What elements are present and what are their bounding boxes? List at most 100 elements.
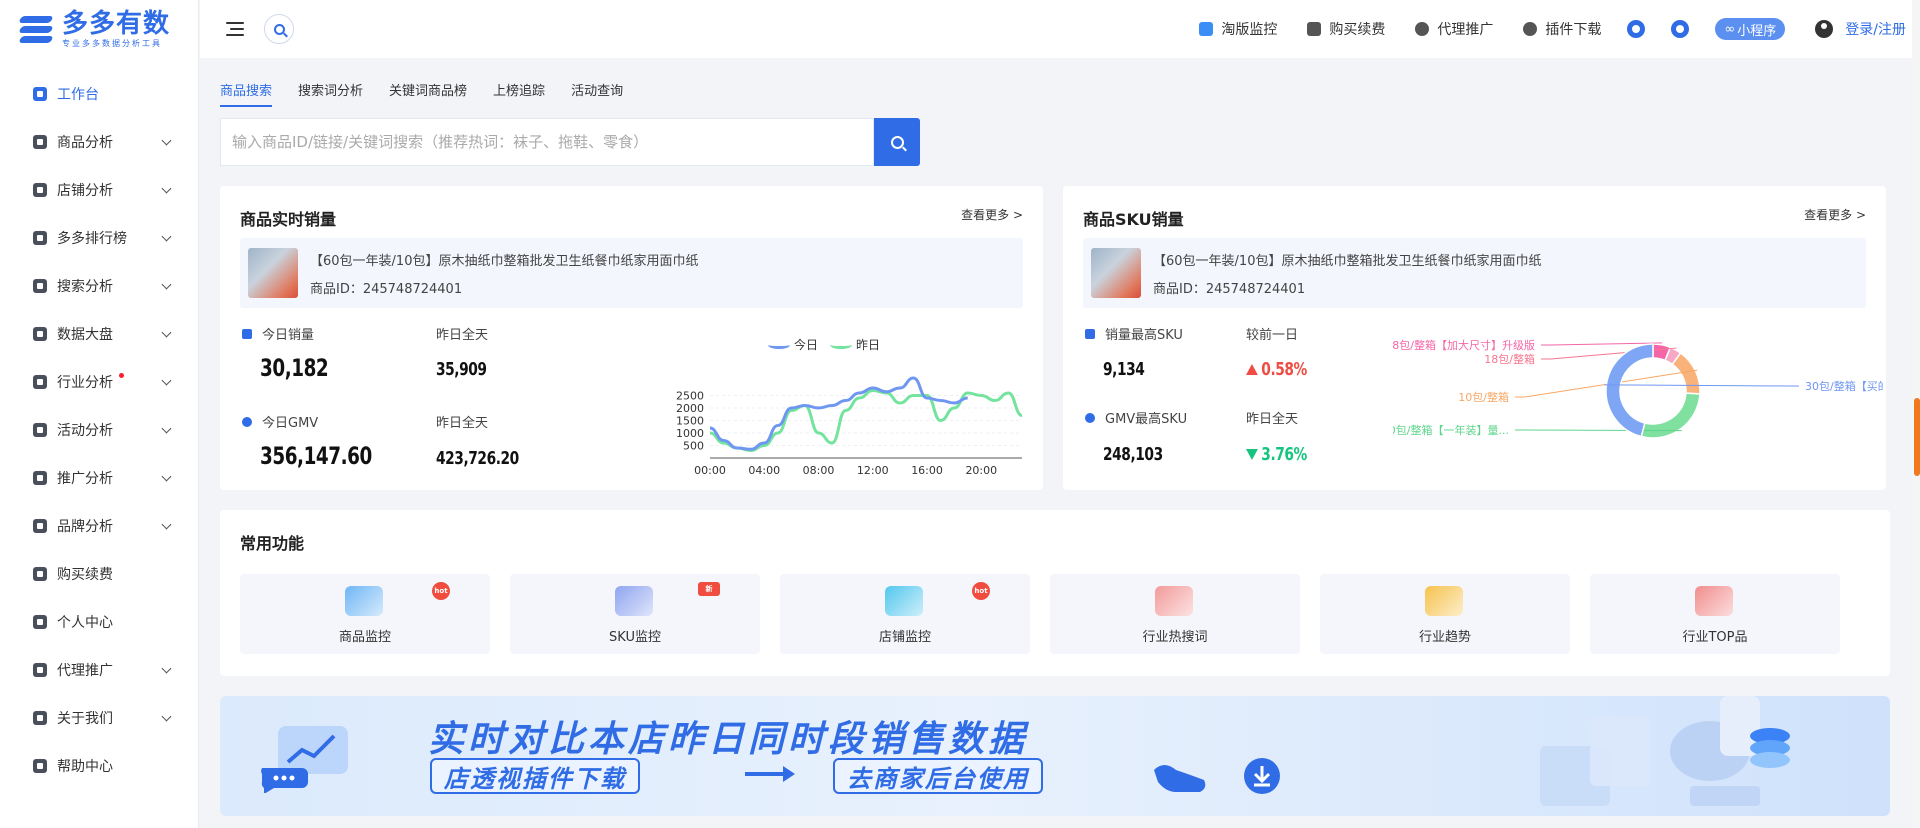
brand-name: 多多有数 <box>62 8 171 39</box>
sidebar-item[interactable]: 品牌分析 <box>0 502 198 550</box>
tab[interactable]: 搜索词分析 <box>298 80 363 107</box>
sidebar-item-label: 行业分析 <box>57 375 113 391</box>
card-title: 常用功能 <box>240 534 305 553</box>
sidebar-item-label: 商品分析 <box>57 135 113 151</box>
chevron-down-icon <box>161 231 172 241</box>
qq-icon[interactable] <box>1627 20 1646 38</box>
yesterday-gmv-value: 423,726.20 <box>436 448 519 469</box>
sidebar-item-label: 多多排行榜 <box>57 231 127 247</box>
function-label: 店铺监控 <box>878 630 931 645</box>
top-link-purchase[interactable]: 购买续费 <box>1307 19 1385 39</box>
sales-line-chart: 5001000150020002500 00:00 04:00 08:00 12:00 1… <box>676 376 1023 477</box>
function-label: 商品监控 <box>338 630 391 645</box>
nav-icon <box>33 423 47 437</box>
sidebar-item[interactable]: 店铺分析 <box>0 166 198 214</box>
function-icon <box>885 586 923 616</box>
sidebar-item[interactable]: 工作台 <box>0 70 198 118</box>
nav-icon <box>33 567 47 581</box>
chart-legend: 今日 昨日 <box>768 336 880 353</box>
gmv-sku-label: GMV最高SKU <box>1085 408 1187 427</box>
top-link-plugin-download[interactable]: 插件下载 <box>1523 19 1601 39</box>
nav-icon <box>33 471 47 485</box>
function-tile[interactable]: 新 SKU监控 <box>510 574 760 654</box>
sidebar-item[interactable]: 商品分析 <box>0 118 198 166</box>
product-summary[interactable]: 【60包一年装/10包】原木抽纸巾整箱批发卫生纸餐巾纸家用面巾纸 商品ID：24… <box>240 238 1023 308</box>
tab[interactable]: 关键词商品榜 <box>389 80 467 107</box>
chevron-down-icon <box>161 711 172 721</box>
chat-chart-illustration <box>261 726 348 793</box>
product-search-bar <box>220 118 920 166</box>
donut-slice[interactable] <box>1640 392 1701 439</box>
tab[interactable]: 活动查询 <box>571 80 623 107</box>
function-tile[interactable]: 行业TOP品 <box>1590 574 1840 654</box>
sku-donut-chart: 48包/整箱【加大尺寸】升级版18包/整箱 10包/整箱 60包/整箱【一年装】量.… <box>1393 338 1883 439</box>
function-tile[interactable]: 行业热搜词 <box>1050 574 1300 654</box>
sku-yesterday-label: 昨日全天 <box>1246 412 1299 427</box>
sidebar-item[interactable]: 个人中心 <box>0 598 198 646</box>
mini-program-button[interactable]: ∞ 小程序 <box>1715 18 1786 40</box>
view-more-link[interactable]: 查看更多 > <box>961 206 1023 223</box>
arrow-up-icon <box>1246 364 1258 375</box>
plugin-download-button[interactable]: 店透视插件下载 <box>430 758 640 794</box>
top-link-agent[interactable]: 代理推广 <box>1415 19 1493 39</box>
sidebar-item[interactable]: 推广分析 <box>0 454 198 502</box>
brand-tagline: 专业多多数据分析工具 <box>62 38 162 48</box>
x-tick-label: 00:00 <box>694 464 726 477</box>
sidebar-item[interactable]: 关于我们 <box>0 694 198 742</box>
sidebar-item-label: 活动分析 <box>57 423 113 439</box>
badge-icon: hot <box>972 582 990 600</box>
sidebar-item[interactable]: 多多排行榜 <box>0 214 198 262</box>
chevron-down-icon <box>161 375 172 385</box>
legend-yesterday[interactable]: 昨日 <box>830 336 880 353</box>
top-sku-label: 销量最高SKU <box>1085 324 1183 343</box>
function-tile[interactable]: hot 店铺监控 <box>780 574 1030 654</box>
top-link-taoban-monitor[interactable]: 淘版监控 <box>1199 19 1277 39</box>
merchant-backend-button[interactable]: 去商家后台使用 <box>833 758 1043 794</box>
chevron-down-icon <box>161 183 172 193</box>
series-line-today <box>709 376 968 451</box>
headset-icon[interactable] <box>1671 20 1690 38</box>
search-tabs: 商品搜索 搜索词分析 关键词商品榜 上榜追踪 活动查询 <box>220 80 649 107</box>
compare-label: 较前一日 <box>1246 328 1299 343</box>
function-label: 行业热搜词 <box>1142 630 1208 645</box>
nav-icon <box>33 615 47 629</box>
scrollbar-thumb[interactable] <box>1914 398 1920 476</box>
promo-banner[interactable]: 实时对比本店昨日同时段销售数据 店透视插件下载 去商家后台使用 <box>220 696 1890 816</box>
nav-icon <box>33 519 47 533</box>
person-icon <box>1415 22 1430 36</box>
product-search-button[interactable] <box>874 118 920 166</box>
menu-toggle-icon[interactable] <box>226 20 248 38</box>
brand-logo[interactable]: 多多有数 专业多多数据分析工具 <box>0 0 198 58</box>
product-search-input[interactable] <box>220 118 874 166</box>
function-tile[interactable]: 行业趋势 <box>1320 574 1570 654</box>
today-gmv-value: 356,147.60 <box>260 442 372 470</box>
sidebar-item[interactable]: 搜索分析 <box>0 262 198 310</box>
yesterday-gmv-label: 昨日全天 <box>436 416 489 431</box>
function-tile[interactable]: hot 商品监控 <box>240 574 490 654</box>
sidebar-item[interactable]: 帮助中心 <box>0 742 198 790</box>
sidebar-item[interactable]: 购买续费 <box>0 550 198 598</box>
tab[interactable]: 上榜追踪 <box>493 80 545 107</box>
view-more-link[interactable]: 查看更多 > <box>1804 206 1866 223</box>
legend-today[interactable]: 今日 <box>768 336 818 353</box>
sidebar-item[interactable]: 活动分析 <box>0 406 198 454</box>
sidebar-item[interactable]: 代理推广 <box>0 646 198 694</box>
sidebar-item[interactable]: 数据大盘 <box>0 310 198 358</box>
user-icon[interactable] <box>1815 20 1834 38</box>
chevron-down-icon <box>161 135 172 145</box>
slice-label: 60包/整箱【一年装】量... <box>1393 423 1509 437</box>
login-register-link[interactable]: 登录/注册 <box>1845 19 1906 39</box>
sku-yesterday-value: 3.76% <box>1246 444 1307 465</box>
function-icon <box>615 586 653 616</box>
nav-icon <box>33 327 47 341</box>
yesterday-sales-label: 昨日全天 <box>436 328 489 343</box>
page-scrollbar[interactable] <box>1912 0 1920 828</box>
slice-label: 48包/整箱【加大尺寸】升级版 <box>1393 338 1535 352</box>
tab[interactable]: 商品搜索 <box>220 80 273 107</box>
sidebar-item-label: 品牌分析 <box>57 519 113 535</box>
product-summary[interactable]: 【60包一年装/10包】原木抽纸巾整箱批发卫生纸餐巾纸家用面巾纸 商品ID：24… <box>1083 238 1866 308</box>
sidebar-item[interactable]: 行业分析 <box>0 358 198 406</box>
sidebar-item-label: 搜索分析 <box>57 279 113 295</box>
top-search-button[interactable] <box>264 14 294 44</box>
x-tick-label: 08:00 <box>803 464 835 477</box>
